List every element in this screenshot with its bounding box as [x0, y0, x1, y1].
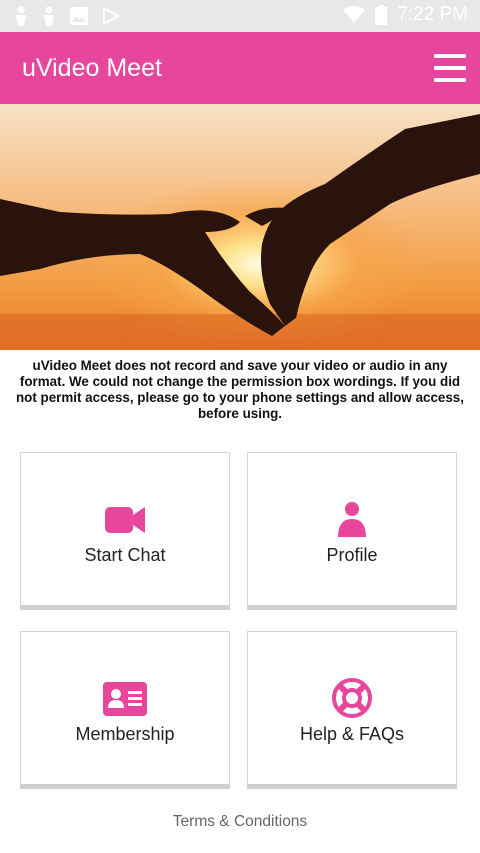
wifi-icon	[343, 6, 366, 23]
profile-label: Profile	[326, 545, 378, 565]
id-card-icon	[103, 682, 147, 716]
play-store-icon	[103, 7, 120, 25]
video-camera-icon	[105, 507, 145, 533]
membership-label: Membership	[75, 724, 175, 744]
user-icon	[338, 502, 366, 537]
person-icon	[44, 6, 54, 26]
membership-tile[interactable]: Membership	[20, 631, 230, 789]
life-ring-icon	[332, 678, 372, 718]
hero-image	[0, 104, 480, 350]
image-icon	[70, 7, 88, 25]
system-icons: 7:22 PM	[343, 4, 468, 26]
notification-icons	[14, 6, 120, 26]
battery-icon	[375, 5, 388, 25]
app-title: uVideo Meet	[22, 54, 162, 82]
start-chat-tile[interactable]: Start Chat	[20, 452, 230, 610]
privacy-notice: uVideo Meet does not record and save you…	[16, 358, 464, 421]
status-time: 7:22 PM	[397, 4, 468, 25]
terms-and-conditions-link[interactable]: Terms & Conditions	[0, 813, 480, 831]
app-bar: uVideo Meet	[0, 32, 480, 104]
heart-hands-sunset-image	[0, 104, 480, 350]
hamburger-menu-icon[interactable]	[434, 54, 466, 82]
help-faqs-label: Help & FAQs	[299, 724, 405, 744]
person-icon	[16, 6, 26, 26]
start-chat-label: Start Chat	[84, 545, 166, 565]
profile-tile[interactable]: Profile	[247, 452, 457, 610]
help-faqs-tile[interactable]: Help & FAQs	[247, 631, 457, 789]
status-bar: 7:22 PM	[0, 0, 480, 32]
